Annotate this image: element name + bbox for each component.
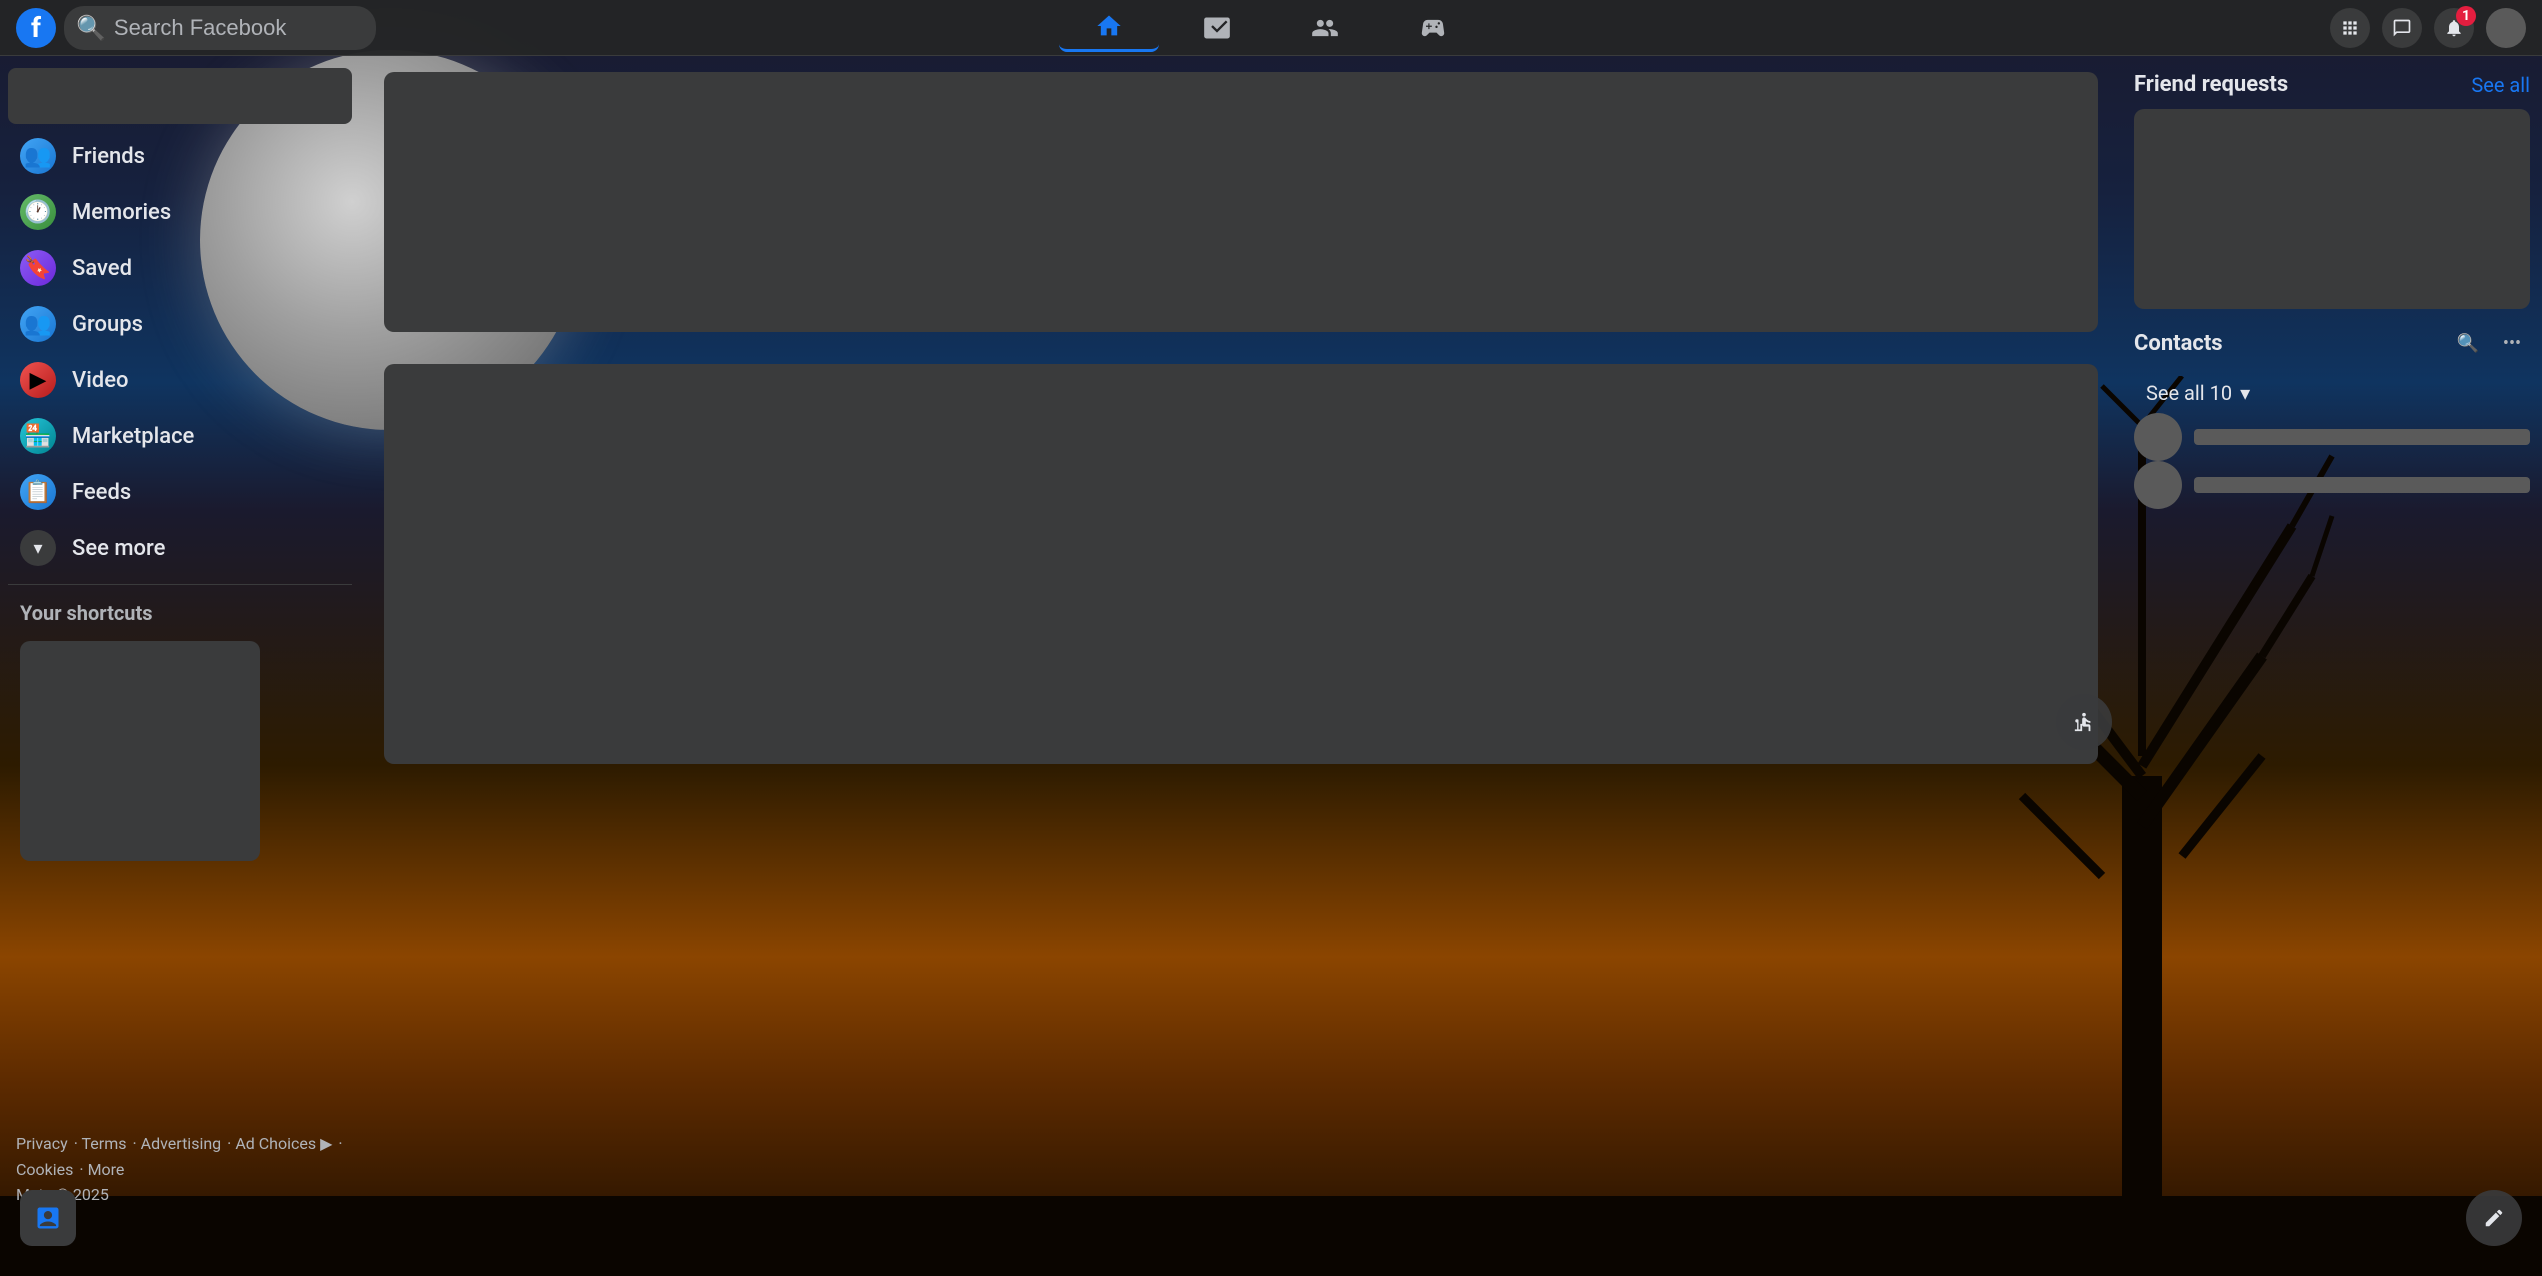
marketplace-label: Marketplace	[72, 424, 194, 449]
marketplace-icon: 🏪	[20, 418, 56, 454]
saved-label: Saved	[72, 256, 132, 281]
search-icon: 🔍	[76, 14, 106, 42]
see-all-contacts-button[interactable]: See all 10 ▾	[2134, 373, 2530, 413]
bottom-right-edit-button[interactable]	[2466, 1190, 2522, 1246]
contact-name-2	[2194, 477, 2530, 493]
feed-card-top	[384, 72, 2098, 332]
nav-watch-button[interactable]	[1167, 4, 1267, 52]
bottom-left-widget[interactable]	[20, 1190, 76, 1246]
contacts-header: Contacts 🔍 •••	[2134, 325, 2530, 361]
friend-requests-header: Friend requests See all	[2134, 72, 2530, 97]
sidebar: 👥 Friends 🕐 Memories 🔖 Saved 👥 Groups ▶ …	[0, 56, 360, 1276]
contact-row-2[interactable]	[2134, 461, 2530, 509]
nav-people-button[interactable]	[1275, 4, 1375, 52]
right-panel: Friend requests See all Contacts 🔍 ••• S…	[2122, 56, 2542, 1276]
see-more-icon: ▾	[20, 530, 56, 566]
sidebar-item-saved[interactable]: 🔖 Saved	[8, 240, 352, 296]
friend-request-card	[2134, 109, 2530, 309]
see-more-button[interactable]: ▾ See more	[8, 520, 352, 576]
see-more-label: See more	[72, 536, 165, 561]
memories-label: Memories	[72, 200, 171, 225]
contact-row-1[interactable]	[2134, 413, 2530, 461]
contacts-search-button[interactable]: 🔍	[2450, 325, 2486, 361]
saved-icon: 🔖	[20, 250, 56, 286]
shortcut-card[interactable]	[20, 641, 260, 861]
friends-label: Friends	[72, 144, 145, 169]
contact-avatar-2	[2134, 461, 2182, 509]
see-all-contacts-label: See all 10	[2146, 381, 2232, 405]
ad-choices-link[interactable]: Ad Choices ▶	[235, 1134, 332, 1153]
see-all-friend-requests-link[interactable]: See all	[2471, 73, 2530, 97]
privacy-link[interactable]: Privacy	[16, 1134, 68, 1153]
chevron-down-icon: ▾	[2240, 381, 2250, 405]
contact-name-1	[2194, 429, 2530, 445]
feed-card-bottom	[384, 364, 2098, 764]
terms-link[interactable]: Terms	[82, 1134, 127, 1153]
more-link[interactable]: More	[88, 1160, 125, 1179]
sidebar-item-friends[interactable]: 👥 Friends	[8, 128, 352, 184]
memories-icon: 🕐	[20, 194, 56, 230]
contacts-title: Contacts	[2134, 331, 2223, 356]
contacts-more-button[interactable]: •••	[2494, 325, 2530, 361]
topnav: f 🔍 1	[0, 0, 2542, 56]
contacts-actions: 🔍 •••	[2450, 325, 2530, 361]
shortcuts-title: Your shortcuts	[8, 593, 352, 633]
facebook-logo[interactable]: f	[16, 8, 56, 48]
groups-icon: 👥	[20, 306, 56, 342]
cookies-link[interactable]: Cookies	[16, 1160, 73, 1179]
feeds-label: Feeds	[72, 480, 131, 505]
sidebar-divider	[8, 584, 352, 585]
messenger-icon-button[interactable]	[2382, 8, 2422, 48]
sidebar-item-video[interactable]: ▶ Video	[8, 352, 352, 408]
notification-badge: 1	[2456, 6, 2476, 26]
nav-gaming-button[interactable]	[1383, 4, 1483, 52]
sidebar-item-groups[interactable]: 👥 Groups	[8, 296, 352, 352]
user-avatar[interactable]	[2486, 8, 2526, 48]
search-bar[interactable]: 🔍	[64, 6, 376, 50]
sidebar-item-memories[interactable]: 🕐 Memories	[8, 184, 352, 240]
topnav-right: 1	[2166, 8, 2526, 48]
video-icon: ▶	[20, 362, 56, 398]
sidebar-profile-button[interactable]	[8, 68, 352, 124]
advertising-link[interactable]: Advertising	[141, 1134, 222, 1153]
sidebar-item-marketplace[interactable]: 🏪 Marketplace	[8, 408, 352, 464]
topnav-center	[376, 4, 2166, 52]
feeds-icon: 📋	[20, 474, 56, 510]
topnav-left: f 🔍	[16, 6, 376, 50]
accessibility-button[interactable]	[2056, 694, 2112, 750]
main-feed	[360, 56, 2122, 1276]
search-input[interactable]	[114, 15, 364, 41]
nav-home-button[interactable]	[1059, 4, 1159, 52]
video-label: Video	[72, 368, 128, 393]
menu-icon-button[interactable]	[2330, 8, 2370, 48]
contact-avatar-1	[2134, 413, 2182, 461]
friend-requests-title: Friend requests	[2134, 72, 2288, 97]
groups-label: Groups	[72, 312, 143, 337]
notifications-icon-button[interactable]: 1	[2434, 8, 2474, 48]
friends-icon: 👥	[20, 138, 56, 174]
sidebar-item-feeds[interactable]: 📋 Feeds	[8, 464, 352, 520]
